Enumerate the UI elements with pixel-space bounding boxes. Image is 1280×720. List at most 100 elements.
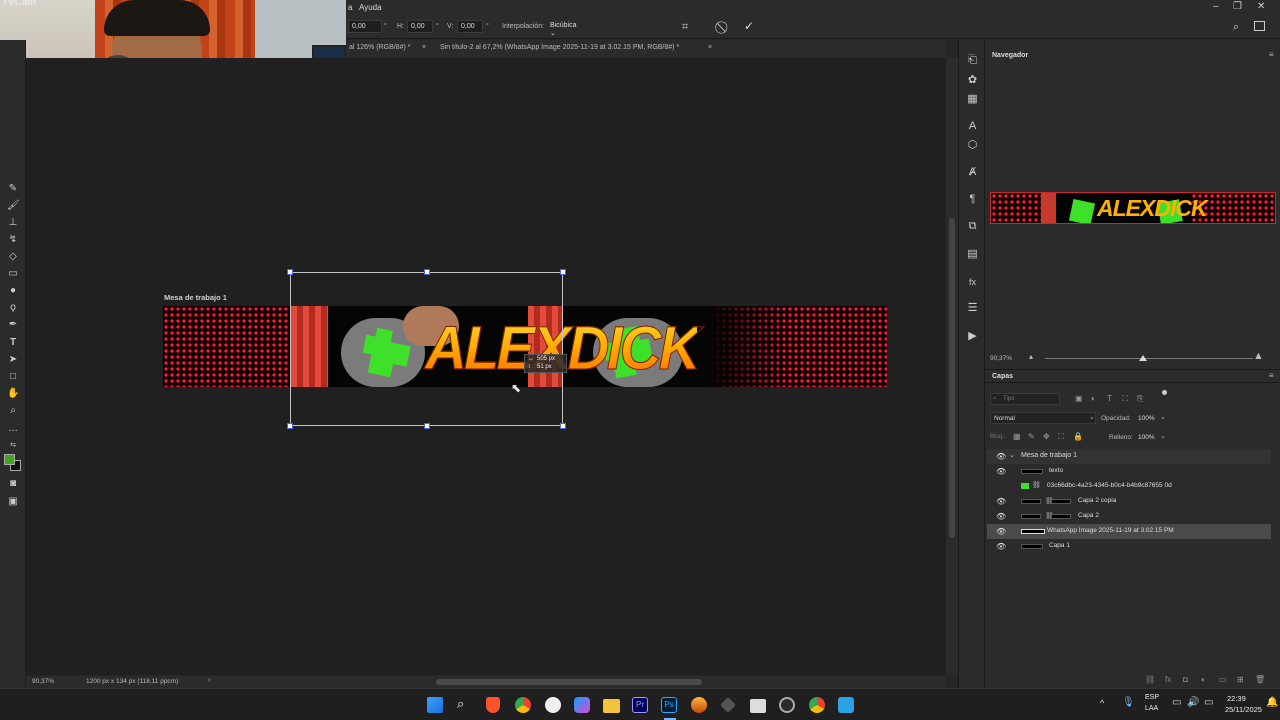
visibility-eye-icon[interactable]: 👁 [996,542,1006,551]
filter-smart-icon[interactable]: ⎘ [1137,394,1143,404]
panel-menu-icon[interactable]: ≡ [1269,371,1274,380]
lock-pixels-icon[interactable]: ✎ [1028,432,1035,441]
transform-handle-tr[interactable] [560,269,566,275]
adjustments-panel-icon[interactable]: ☰ [966,302,979,315]
app-icon-circle[interactable] [779,697,795,713]
hand-icon[interactable]: ✋ [7,388,19,400]
glyphs-panel-icon[interactable]: Ⱥ [966,166,979,179]
chevron-up-icon[interactable]: ^ [1100,698,1104,708]
adjustment-layer-icon[interactable]: ◐ [1201,675,1206,684]
microphone-icon[interactable]: 🎙 [1122,697,1135,708]
transform-bounding-box[interactable] [290,272,563,426]
more-tools-icon[interactable]: … [7,423,19,435]
type-icon[interactable]: T [7,337,19,349]
tab-document-1[interactable]: al 126% (RGB/8#) * × [346,40,436,57]
file-explorer-icon[interactable] [603,699,620,713]
app-icon-box[interactable] [720,697,736,713]
eyedropper-icon[interactable]: ✎ [7,183,19,195]
chevron-down-icon[interactable]: ⌄ [1160,432,1166,440]
clock-date[interactable]: 25/11/2025 [1225,705,1262,714]
interpolation-select[interactable]: Bicúbica ⌄ [547,20,587,37]
filter-type-icon[interactable]: T [1107,394,1112,403]
character-panel-icon[interactable]: A [966,120,979,133]
menu-item-help[interactable]: Ayuda [359,3,382,12]
vertical-scroll-thumb[interactable] [949,218,955,538]
visibility-eye-icon[interactable]: 👁 [996,467,1006,476]
layer-row[interactable]: 👁 Capa 1 [987,539,1271,554]
history-panel-icon[interactable]: ⎗ [966,54,979,67]
filter-pixel-icon[interactable]: ▣ [1075,394,1083,403]
filter-shape-icon[interactable]: ⛶ [1122,394,1128,404]
quick-mask-icon[interactable]: ◙ [7,478,19,490]
zoom-icon[interactable]: ⌕ [7,405,19,417]
foreground-color-swatch[interactable] [4,454,15,465]
transform-handle-tl[interactable] [287,269,293,275]
minimize-icon[interactable]: – [1213,1,1219,12]
gradient-icon[interactable]: ▭ [7,268,19,280]
visibility-eye-icon[interactable]: 👁 [996,512,1006,521]
stamp-icon[interactable]: ⊥ [7,217,19,229]
layer-row[interactable]: 👁 ⛓ Capa 2 [987,509,1271,524]
chrome-profile-icon[interactable] [809,697,825,713]
navigator-preview[interactable]: ALEXDICK [990,192,1276,224]
windows-start-icon[interactable] [427,697,443,713]
paragraph-panel-icon[interactable]: ¶ [966,193,979,206]
app-icon-orange[interactable] [691,697,707,713]
pen-icon[interactable]: ✒ [7,319,19,331]
swatches-panel-icon[interactable]: ▦ [966,93,979,106]
volume-icon[interactable]: 🔊 [1187,697,1199,708]
vertical-scrollbar[interactable] [946,58,958,675]
filter-toggle-icon[interactable] [1162,390,1167,395]
zoom-in-icon[interactable]: ▲ [1253,350,1264,362]
screen-mode-icon[interactable]: ▣ [7,496,19,508]
visibility-eye-icon[interactable]: 👁 [996,527,1006,536]
app-icon[interactable] [545,697,561,713]
blend-mode-select[interactable]: Normal ⌄ [990,412,1096,424]
link-layers-icon[interactable]: ⛓ [1145,675,1155,684]
visibility-eye-icon[interactable]: 👁 [996,452,1006,461]
chevron-down-icon[interactable]: ⌄ [1160,413,1166,421]
eraser-icon[interactable]: ◇ [7,251,19,263]
rectangle-icon[interactable]: □ [7,371,19,383]
layer-row[interactable]: 👁 ⛓ Capa 2 copia [987,494,1271,509]
app-icon-blue[interactable] [838,697,854,713]
language-top[interactable]: ESP [1145,694,1159,701]
styles-panel-icon[interactable]: fx [966,276,979,289]
fill-value[interactable]: 100% [1138,434,1155,441]
layer-row[interactable]: 👁 texto [987,464,1271,479]
lock-all-icon[interactable]: 🔒 [1073,432,1083,441]
chevron-down-icon[interactable]: ⌄ [1009,451,1015,459]
brave-icon[interactable] [486,697,500,713]
layer-row-selected[interactable]: 👁 WhatsApp Image 2025-11-19 at 3.02.15 P… [987,524,1271,539]
status-zoom[interactable]: 90,37% [32,678,54,685]
color-panel-icon[interactable]: ✿ [966,74,979,87]
zoom-out-icon[interactable]: ▴ [1029,352,1033,361]
libraries-panel-icon[interactable]: ▤ [966,248,979,261]
panel-menu-icon[interactable]: ≡ [1269,50,1274,59]
filter-adjustment-icon[interactable]: ◐ [1091,394,1096,403]
transform-handle-br[interactable] [560,423,566,429]
lock-transparent-icon[interactable]: ▦ [1013,432,1021,441]
battery-icon[interactable]: ▭ [1204,697,1213,708]
blur-icon[interactable]: ● [7,285,19,297]
tab-document-2[interactable]: Sin título-2 al 67,2% (WhatsApp Image 20… [434,40,722,57]
transform-handle-bm[interactable] [424,423,430,429]
navigator-title[interactable]: Navegador [992,52,1028,59]
path-selection-icon[interactable]: ➤ [7,354,19,366]
opacity-value[interactable]: 100% [1138,415,1155,422]
chevron-right-icon[interactable]: › [208,677,210,684]
new-group-icon[interactable]: ▭ [1219,675,1227,684]
layers-title[interactable]: Capas [992,373,1013,380]
notification-icon[interactable]: 🔔 [1266,697,1278,708]
properties-panel-icon[interactable]: ⧉ [966,220,979,233]
v-field[interactable]: 0,00 [457,20,483,33]
copilot-icon[interactable] [574,697,590,713]
x-field[interactable]: 0,00 [348,20,382,33]
layer-group-artboard[interactable]: 👁 ⌄ Mesa de trabajo 1 [987,449,1271,464]
transform-handle-bl[interactable] [287,423,293,429]
add-mask-icon[interactable]: ◘ [1183,675,1188,684]
premiere-icon[interactable]: Pr [632,697,648,713]
language-bottom[interactable]: LAA [1145,705,1158,712]
actions-play-icon[interactable]: ▶ [966,330,979,343]
navigator-zoom[interactable]: 90,37% [990,355,1012,362]
